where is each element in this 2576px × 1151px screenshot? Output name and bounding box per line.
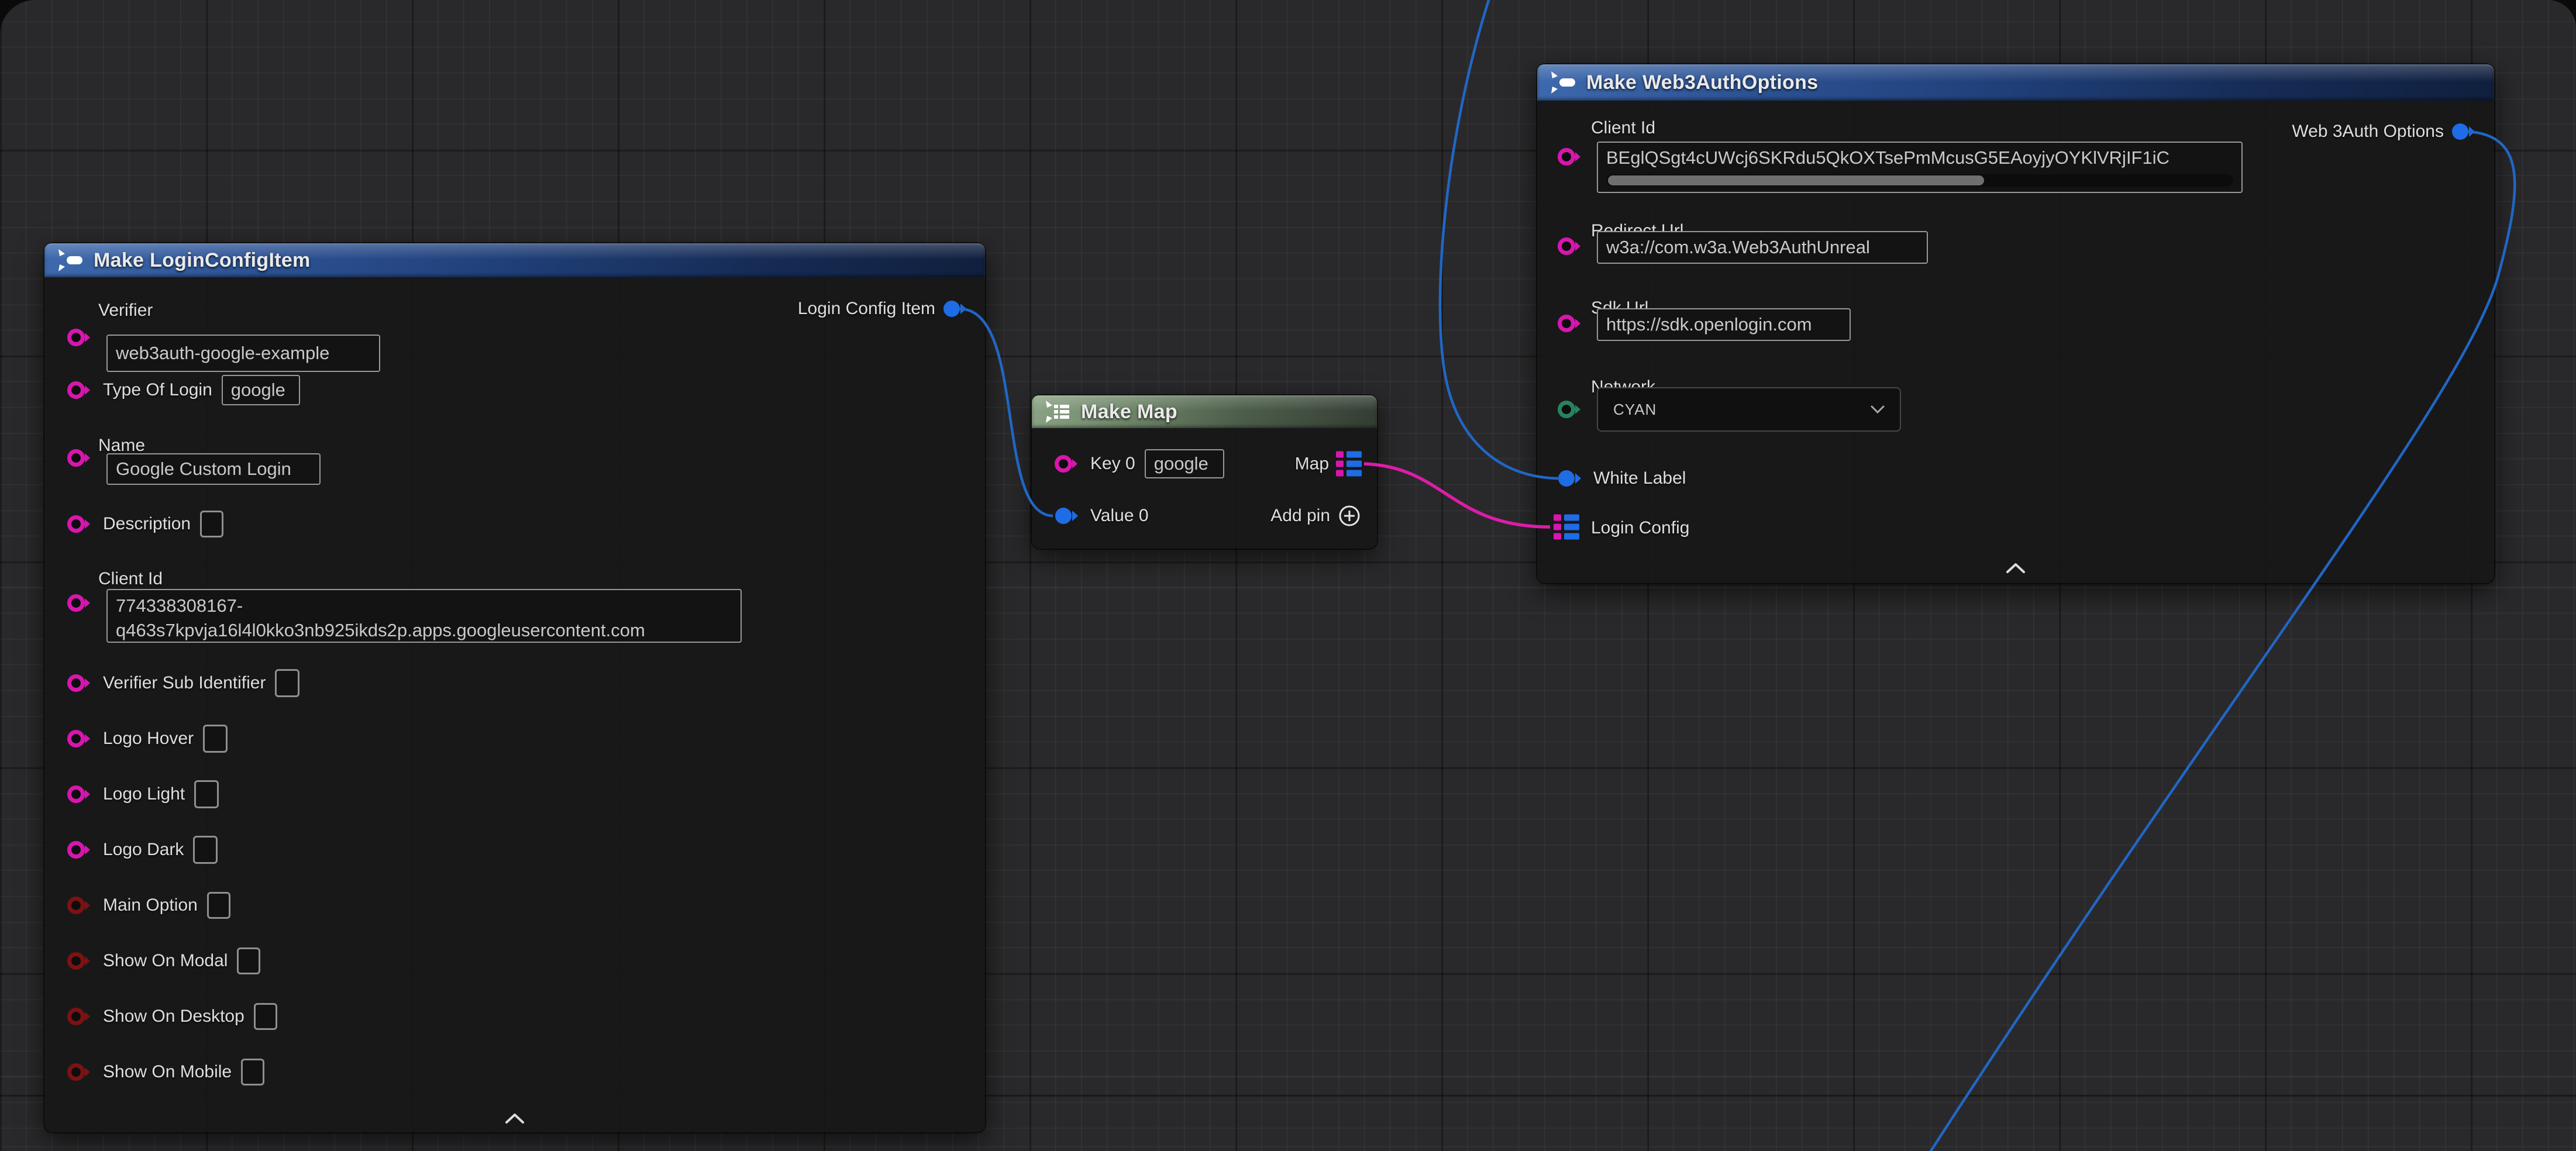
type-of-login-label: Type Of Login: [103, 380, 212, 400]
description-label: Description: [103, 514, 191, 534]
verifier-sub-identifier-field[interactable]: [275, 669, 299, 697]
chevron-down-icon: [1871, 405, 1885, 413]
client-id-pin[interactable]: [1557, 147, 1584, 167]
name-label: Name: [98, 436, 145, 456]
description-pin[interactable]: [67, 514, 94, 534]
make-struct-icon: [57, 249, 83, 272]
client-id-field[interactable]: 774338308167-q463s7kpvja16l4l0kko3nb925i…: [106, 589, 742, 643]
key0-label: Key 0: [1090, 454, 1135, 474]
client-id-scrollbar-thumb[interactable]: [1608, 175, 1984, 185]
logo-dark-field[interactable]: [193, 836, 218, 864]
show-on-desktop-pin[interactable]: [67, 1007, 94, 1026]
node-header-make-login-config-item[interactable]: Make LoginConfigItem: [44, 243, 985, 277]
redirect-url-pin[interactable]: [1557, 236, 1584, 256]
verifier-label: Verifier: [98, 301, 153, 321]
show-on-mobile-field[interactable]: [241, 1059, 264, 1085]
node-make-login-config-item: Make LoginConfigItem Login Config Item V…: [44, 243, 985, 1132]
show-on-modal-field[interactable]: [237, 947, 260, 974]
show-on-modal-label: Show On Modal: [103, 951, 228, 971]
node-header-make-map[interactable]: Make Map: [1032, 395, 1377, 428]
client-id-field-text: BEglQSgt4cUWcj6SKRdu5QkOXTsePmMcusG5EAoy…: [1606, 147, 2169, 168]
show-on-desktop-label: Show On Desktop: [103, 1007, 244, 1026]
verifier-pin[interactable]: [67, 328, 94, 347]
add-pin-label: Add pin: [1270, 506, 1330, 526]
collapse-node-chevron-icon[interactable]: [504, 1112, 525, 1124]
node-header-make-web3auth-options[interactable]: Make Web3AuthOptions: [1537, 64, 2494, 101]
map-output-label: Map: [1295, 454, 1329, 474]
logo-hover-field[interactable]: [203, 725, 228, 753]
login-config-item-output-pin[interactable]: [942, 299, 969, 319]
output-pin-label: Login Config Item: [798, 299, 935, 319]
logo-hover-label: Logo Hover: [103, 729, 194, 749]
network-dropdown[interactable]: CYAN: [1597, 387, 1901, 432]
node-make-web3auth-options: Make Web3AuthOptions Web 3Auth Options C…: [1537, 64, 2494, 583]
main-option-label: Main Option: [103, 895, 198, 915]
login-config-pin[interactable]: [1554, 515, 1579, 540]
blueprint-graph-canvas[interactable]: Make LoginConfigItem Login Config Item V…: [0, 0, 2576, 1151]
wire-map-to-login-config[interactable]: [1364, 464, 1550, 527]
node-make-map: Make Map Key 0 google Map Value 0 Add pi…: [1032, 395, 1377, 549]
collapse-node-chevron-icon[interactable]: [2005, 562, 2026, 574]
node-title: Make LoginConfigItem: [94, 249, 311, 272]
verifier-sub-identifier-pin[interactable]: [67, 673, 94, 693]
value0-pin[interactable]: [1054, 506, 1081, 526]
logo-dark-label: Logo Dark: [103, 840, 184, 860]
network-selected-value: CYAN: [1613, 401, 1657, 419]
client-id-label: Client Id: [98, 569, 163, 589]
logo-hover-pin[interactable]: [67, 729, 94, 749]
logo-light-pin[interactable]: [67, 784, 94, 804]
output-pin-label: Web 3Auth Options: [2292, 122, 2444, 142]
redirect-url-field[interactable]: w3a://com.w3a.Web3AuthUnreal: [1597, 231, 1928, 264]
show-on-mobile-pin[interactable]: [67, 1062, 94, 1082]
show-on-modal-pin[interactable]: [67, 951, 94, 971]
white-label-pin[interactable]: [1557, 468, 1584, 488]
logo-dark-pin[interactable]: [67, 840, 94, 860]
client-id-label: Client Id: [1591, 118, 1655, 138]
main-option-field[interactable]: [207, 892, 230, 919]
sdk-url-pin[interactable]: [1557, 313, 1584, 333]
logo-light-label: Logo Light: [103, 784, 185, 804]
key0-field[interactable]: google: [1145, 449, 1224, 478]
name-field[interactable]: Google Custom Login: [106, 453, 321, 485]
value0-label: Value 0: [1090, 506, 1149, 526]
add-pin-plus-icon[interactable]: [1337, 504, 1362, 528]
node-title: Make Web3AuthOptions: [1586, 71, 1818, 94]
client-id-horizontal-scrollbar[interactable]: [1606, 174, 2233, 187]
make-struct-icon: [1550, 71, 1576, 94]
verifier-field[interactable]: web3auth-google-example: [106, 335, 380, 372]
map-output-pin[interactable]: [1336, 452, 1362, 477]
node-title: Make Map: [1081, 401, 1177, 423]
sdk-url-field[interactable]: https://sdk.openlogin.com: [1597, 308, 1851, 341]
type-of-login-pin[interactable]: [67, 380, 94, 400]
show-on-desktop-field[interactable]: [254, 1003, 277, 1030]
white-label-label: White Label: [1593, 468, 1686, 488]
network-pin[interactable]: [1557, 399, 1584, 419]
description-field[interactable]: [200, 511, 223, 537]
client-id-pin[interactable]: [67, 593, 94, 613]
main-option-pin[interactable]: [67, 895, 94, 915]
make-map-icon: [1045, 400, 1070, 423]
verifier-sub-identifier-label: Verifier Sub Identifier: [103, 673, 266, 693]
name-pin[interactable]: [67, 448, 94, 468]
logo-light-field[interactable]: [194, 780, 219, 808]
login-config-label: Login Config: [1591, 518, 1689, 538]
web3auth-options-output-pin[interactable]: [2451, 122, 2478, 142]
show-on-mobile-label: Show On Mobile: [103, 1062, 232, 1082]
client-id-field[interactable]: BEglQSgt4cUWcj6SKRdu5QkOXTsePmMcusG5EAoy…: [1597, 142, 2243, 193]
key0-pin[interactable]: [1054, 454, 1081, 474]
type-of-login-field[interactable]: google: [222, 375, 300, 405]
